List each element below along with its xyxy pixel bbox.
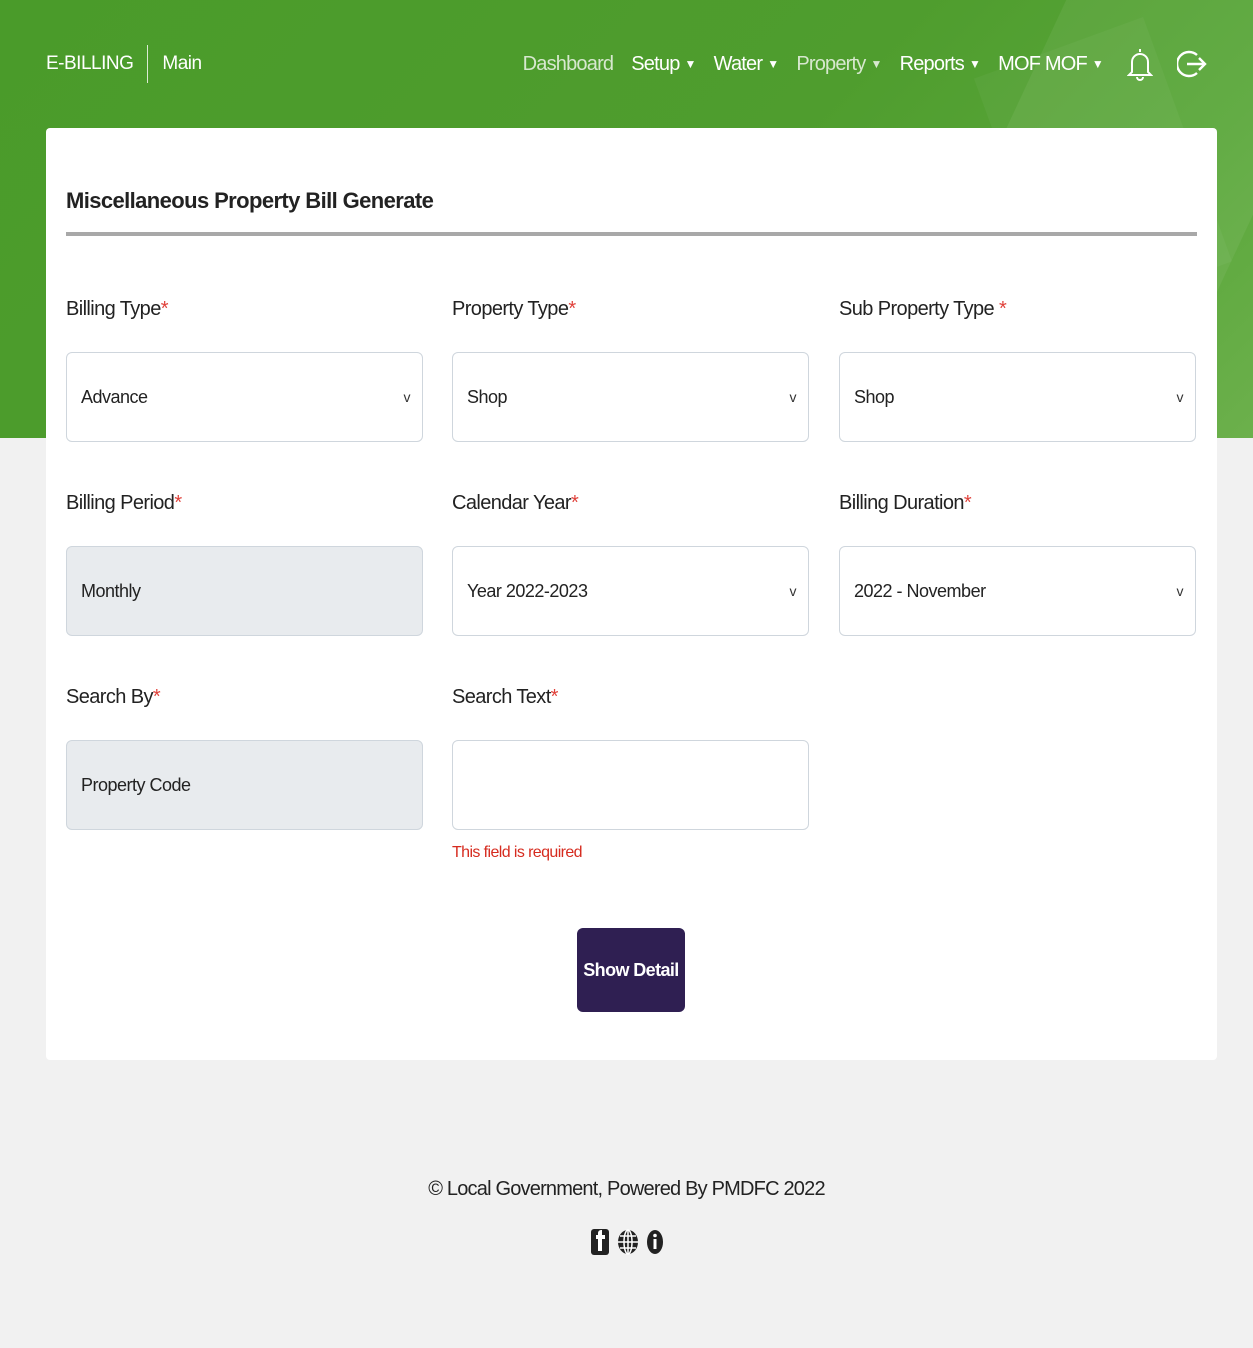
social-links xyxy=(0,1229,1253,1255)
caret-down-icon: ▼ xyxy=(870,57,883,71)
section-name[interactable]: Main xyxy=(162,53,202,75)
title-divider xyxy=(66,232,1197,236)
search-by-value: Property Code xyxy=(81,774,191,795)
facebook-icon[interactable] xyxy=(590,1229,609,1255)
top-navbar: E-BILLING Main Dashboard Setup ▼ Water ▼ P… xyxy=(0,0,1253,128)
calendar-year-select[interactable]: Year 2022-2023 v xyxy=(452,546,809,636)
calendar-year-value: Year 2022-2023 xyxy=(467,580,588,601)
chevron-down-icon: v xyxy=(1176,389,1184,405)
bell-icon[interactable] xyxy=(1127,46,1153,82)
bill-generate-card: Miscellaneous Property Bill Generate Bil… xyxy=(46,128,1217,1060)
billing-type-label: Billing Type* xyxy=(66,298,169,320)
billing-period-label: Billing Period* xyxy=(66,492,182,514)
brand: E-BILLING Main xyxy=(46,45,202,83)
nav-dashboard-label: Dashboard xyxy=(522,52,614,75)
property-type-value: Shop xyxy=(467,386,508,407)
footer-copyright: © Local Government, Powered By PMDFC 202… xyxy=(428,1178,825,1200)
billing-period-value: Monthly xyxy=(81,580,141,601)
sub-property-type-field: Sub Property Type * Shop v xyxy=(839,298,1196,442)
billing-duration-select[interactable]: 2022 - November v xyxy=(839,546,1196,636)
nav-user-label: MOF MOF xyxy=(998,52,1088,75)
billing-type-select[interactable]: Advance v xyxy=(66,352,423,442)
chevron-down-icon: v xyxy=(789,389,797,405)
search-text-input[interactable] xyxy=(452,740,809,830)
nav-reports[interactable]: Reports ▼ xyxy=(900,53,981,76)
sub-property-type-label: Sub Property Type * xyxy=(839,298,1007,320)
search-text-field: Search Text* xyxy=(452,686,809,830)
nav-user-menu[interactable]: MOF MOF ▼ xyxy=(998,52,1104,76)
search-text-error: This field is required xyxy=(452,844,583,861)
brand-divider xyxy=(147,45,149,83)
nav-water[interactable]: Water ▼ xyxy=(714,53,779,76)
page-title: Miscellaneous Property Bill Generate xyxy=(66,188,434,213)
globe-icon[interactable] xyxy=(617,1229,639,1255)
nav-setup[interactable]: Setup ▼ xyxy=(631,52,697,76)
chevron-down-icon: v xyxy=(789,583,797,599)
info-icon[interactable] xyxy=(646,1229,663,1255)
billing-duration-value: 2022 - November xyxy=(854,580,986,601)
search-text-label: Search Text* xyxy=(452,686,558,708)
chevron-down-icon: v xyxy=(1176,583,1184,599)
caret-down-icon: ▼ xyxy=(969,57,981,71)
calendar-year-label: Calendar Year* xyxy=(452,492,579,514)
nav-water-label: Water xyxy=(713,52,763,75)
nav-property-label: Property xyxy=(796,52,866,75)
nav-reports-label: Reports xyxy=(899,52,965,75)
show-detail-button[interactable]: Show Detail xyxy=(577,928,685,1012)
search-by-input[interactable]: Property Code xyxy=(66,740,423,830)
calendar-year-field: Calendar Year* Year 2022-2023 v xyxy=(452,492,809,636)
property-type-select[interactable]: Shop v xyxy=(452,352,809,442)
billing-type-field: Billing Type* Advance v xyxy=(66,298,423,442)
footer: © Local Government, Powered By PMDFC 202… xyxy=(0,1178,1253,1255)
sub-property-type-select[interactable]: Shop v xyxy=(839,352,1196,442)
billing-period-input[interactable]: Monthly xyxy=(66,546,423,636)
billing-duration-field: Billing Duration* 2022 - November v xyxy=(839,492,1196,636)
property-type-label: Property Type* xyxy=(452,298,576,320)
chevron-down-icon: v xyxy=(403,389,411,405)
nav-property[interactable]: Property ▼ xyxy=(796,52,883,76)
logout-icon[interactable] xyxy=(1177,48,1207,80)
billing-duration-label: Billing Duration* xyxy=(839,492,972,514)
search-by-field: Search By* Property Code xyxy=(66,686,423,830)
billing-period-field: Billing Period* Monthly xyxy=(66,492,423,636)
billing-type-value: Advance xyxy=(81,386,148,407)
caret-down-icon: ▼ xyxy=(1091,57,1104,71)
sub-property-type-value: Shop xyxy=(854,386,895,407)
caret-down-icon: ▼ xyxy=(767,57,779,71)
search-by-label: Search By* xyxy=(66,686,161,708)
nav-setup-label: Setup xyxy=(631,52,680,75)
property-type-field: Property Type* Shop v xyxy=(452,298,809,442)
caret-down-icon: ▼ xyxy=(684,57,697,71)
nav-dashboard[interactable]: Dashboard xyxy=(523,53,614,76)
nav-menu: Dashboard Setup ▼ Water ▼ Property ▼ Report… xyxy=(505,46,1207,82)
brand-name[interactable]: E-BILLING xyxy=(46,53,134,75)
